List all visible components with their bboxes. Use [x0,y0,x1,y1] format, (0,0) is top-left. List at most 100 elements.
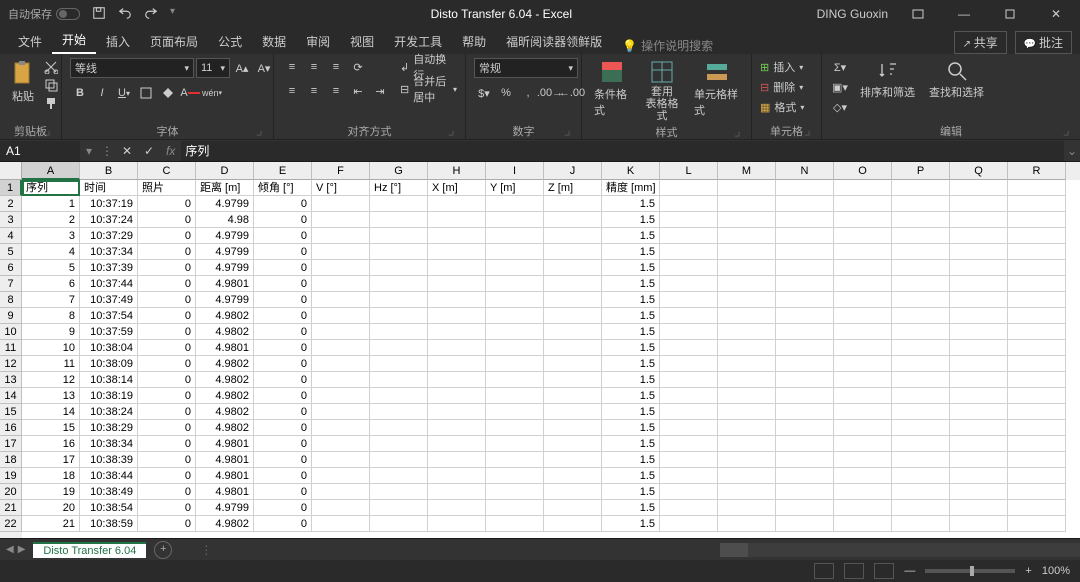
cell[interactable]: 1.5 [602,324,660,340]
cell[interactable] [718,340,776,356]
row-header[interactable]: 19 [0,468,22,484]
cell[interactable] [486,292,544,308]
column-header[interactable]: D [196,162,254,180]
column-header[interactable]: A [22,162,80,180]
user-name[interactable]: DING Guoxin [817,7,888,21]
zoom-in-icon[interactable]: + [1025,565,1031,577]
cell[interactable] [486,212,544,228]
cell[interactable]: 2 [22,212,80,228]
clear-icon[interactable]: ◇▾ [830,98,850,116]
cell[interactable]: 10:38:49 [80,484,138,500]
cell[interactable] [370,468,428,484]
cell[interactable] [428,292,486,308]
cell[interactable] [718,244,776,260]
cell[interactable] [428,276,486,292]
cell[interactable]: 1.5 [602,404,660,420]
cell[interactable]: 1.5 [602,372,660,388]
cell[interactable] [950,468,1008,484]
conditional-format-button[interactable]: 条件格式 [590,58,634,120]
cell[interactable] [660,324,718,340]
cell[interactable]: 4.9799 [196,260,254,276]
cell[interactable] [312,516,370,532]
cell[interactable] [950,340,1008,356]
row-header[interactable]: 16 [0,420,22,436]
cell[interactable]: 10:38:14 [80,372,138,388]
qat-customize-icon[interactable]: ▾ [170,6,186,22]
cell[interactable] [660,388,718,404]
column-header[interactable]: C [138,162,196,180]
autosave-toggle[interactable]: 自动保存 [8,6,80,22]
cell[interactable] [1008,260,1066,276]
cell[interactable] [370,404,428,420]
cell[interactable]: 0 [254,308,312,324]
percent-format-icon[interactable]: % [496,84,516,102]
cell[interactable] [486,404,544,420]
sort-filter-button[interactable]: 排序和筛选 [856,58,919,102]
increase-font-icon[interactable]: A▴ [232,59,252,77]
cell[interactable]: 0 [254,324,312,340]
cell[interactable] [718,260,776,276]
cell[interactable]: 1.5 [602,452,660,468]
ribbon-display-icon[interactable] [902,4,934,24]
cell[interactable] [1008,372,1066,388]
sheet-tab-active[interactable]: Disto Transfer 6.04 [33,542,146,558]
cell[interactable] [950,244,1008,260]
cell[interactable]: 1 [22,196,80,212]
cell[interactable]: Hz [°] [370,180,428,196]
cell[interactable] [312,500,370,516]
close-icon[interactable]: ✕ [1040,4,1072,24]
cell[interactable] [950,260,1008,276]
cell[interactable]: 8 [22,308,80,324]
cell[interactable]: 0 [138,500,196,516]
number-format-combo[interactable]: 常规▾ [474,58,578,78]
cell[interactable] [776,516,834,532]
cell[interactable]: 时间 [80,180,138,196]
cell[interactable] [718,356,776,372]
cell[interactable] [544,500,602,516]
fill-color-button[interactable] [158,84,178,102]
cell[interactable]: 1.5 [602,388,660,404]
cell[interactable] [486,340,544,356]
cell[interactable] [428,308,486,324]
cell[interactable] [776,228,834,244]
cell[interactable] [950,276,1008,292]
cell[interactable] [892,292,950,308]
paste-button[interactable]: 粘贴 [8,58,38,106]
copy-icon[interactable] [44,78,58,92]
cell[interactable]: 0 [138,340,196,356]
merge-center-button[interactable]: ⊟合并后居中▾ [400,80,457,98]
cell[interactable]: 14 [22,404,80,420]
tab-审阅[interactable]: 审阅 [296,29,340,54]
cell[interactable] [428,500,486,516]
cell[interactable] [718,196,776,212]
cell[interactable]: 0 [138,484,196,500]
cell[interactable] [718,292,776,308]
format-as-table-button[interactable]: 套用 表格格式 [640,58,684,124]
column-header[interactable]: F [312,162,370,180]
cell[interactable]: 4.9799 [196,196,254,212]
cell[interactable] [834,500,892,516]
cell[interactable] [544,196,602,212]
tab-开始[interactable]: 开始 [52,27,96,54]
cell[interactable] [544,468,602,484]
cell[interactable]: 10:37:49 [80,292,138,308]
cell[interactable] [892,324,950,340]
cell[interactable]: 4.9801 [196,436,254,452]
cell[interactable]: 4.9802 [196,372,254,388]
cell[interactable]: 0 [254,404,312,420]
column-header[interactable]: B [80,162,138,180]
cell[interactable] [544,324,602,340]
border-button[interactable] [136,84,156,102]
cell[interactable] [1008,420,1066,436]
cell[interactable] [544,372,602,388]
column-header[interactable]: L [660,162,718,180]
cell[interactable] [312,484,370,500]
cell[interactable] [776,308,834,324]
cell[interactable]: 10:38:54 [80,500,138,516]
cell[interactable] [1008,468,1066,484]
format-painter-icon[interactable] [44,96,58,110]
cell[interactable] [776,372,834,388]
cell[interactable] [486,452,544,468]
cell[interactable]: 0 [138,388,196,404]
cell[interactable]: 10:38:29 [80,420,138,436]
